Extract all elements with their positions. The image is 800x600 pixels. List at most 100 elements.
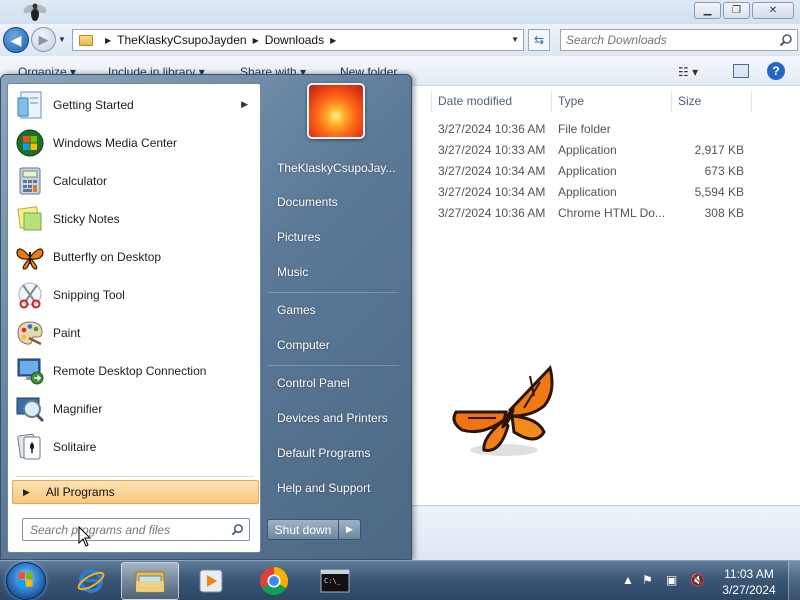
network-icon[interactable]: ▣ bbox=[666, 573, 677, 587]
folder-icon bbox=[79, 34, 93, 46]
solitaire-icon bbox=[17, 433, 41, 460]
search-input[interactable] bbox=[561, 30, 761, 50]
remote-desktop-icon bbox=[17, 358, 44, 385]
right-item-computer[interactable]: Computer bbox=[271, 330, 405, 360]
right-divider bbox=[267, 292, 399, 293]
desktop-butterfly[interactable] bbox=[448, 362, 558, 462]
volume-muted-icon[interactable]: 🔇 bbox=[690, 573, 705, 587]
preview-pane-button[interactable] bbox=[733, 64, 749, 78]
file-type: Application bbox=[558, 185, 617, 199]
address-dropdown[interactable]: ▼ bbox=[511, 35, 519, 44]
minimize-button[interactable]: ▁ bbox=[694, 2, 721, 19]
taskbar-internet-explorer[interactable] bbox=[62, 562, 120, 600]
file-type: Chrome HTML Do... bbox=[558, 206, 665, 220]
file-size: 5,594 KB bbox=[694, 185, 744, 199]
program-sticky-notes[interactable]: Sticky Notes bbox=[12, 201, 258, 237]
search-icon[interactable] bbox=[779, 33, 793, 47]
column-divider[interactable] bbox=[671, 90, 672, 112]
media-center-icon bbox=[16, 129, 44, 157]
start-search-box bbox=[22, 518, 250, 541]
right-item-user-folder[interactable]: TheKlaskyCsupoJay... bbox=[271, 153, 405, 183]
paint-icon bbox=[17, 321, 43, 346]
right-item-devices-printers[interactable]: Devices and Printers bbox=[271, 403, 405, 433]
action-center-flag-icon[interactable]: ⚑ bbox=[642, 573, 653, 587]
all-programs-label: All Programs bbox=[45, 485, 115, 499]
user-picture[interactable] bbox=[307, 83, 365, 139]
program-snipping-tool[interactable]: Snipping Tool bbox=[12, 277, 258, 313]
column-divider[interactable] bbox=[431, 90, 432, 112]
pane-divider bbox=[16, 476, 254, 477]
column-type[interactable]: Type bbox=[558, 94, 584, 108]
right-item-music[interactable]: Music bbox=[271, 257, 405, 287]
program-media-center[interactable]: Windows Media Center bbox=[12, 125, 258, 161]
program-paint[interactable]: Paint bbox=[12, 315, 258, 351]
shutdown-button[interactable]: Shut down bbox=[267, 519, 339, 540]
taskbar-windows-explorer[interactable] bbox=[121, 562, 179, 600]
show-hidden-icons-button[interactable]: ▲ bbox=[622, 573, 634, 587]
right-item-help-support[interactable]: Help and Support bbox=[271, 473, 405, 503]
program-getting-started[interactable]: Getting Started ▶ bbox=[12, 87, 258, 123]
sticky-notes-icon bbox=[17, 206, 42, 231]
all-programs-button[interactable]: ▶ All Programs bbox=[12, 480, 259, 504]
right-item-games[interactable]: Games bbox=[271, 295, 405, 325]
close-button[interactable]: ✕ bbox=[752, 2, 794, 19]
start-button[interactable] bbox=[6, 562, 46, 600]
fly-icon bbox=[23, 3, 47, 21]
view-options-button[interactable]: ☷ ▾ bbox=[678, 65, 698, 79]
recent-pages-dropdown[interactable]: ▼ bbox=[58, 35, 66, 44]
folder-icon bbox=[135, 571, 165, 593]
back-button[interactable]: ◀ bbox=[3, 27, 29, 53]
column-size[interactable]: Size bbox=[678, 94, 701, 108]
taskbar-media-player[interactable] bbox=[182, 562, 240, 600]
windows-logo-icon bbox=[18, 572, 33, 587]
column-divider[interactable] bbox=[551, 90, 552, 112]
getting-started-icon bbox=[17, 91, 42, 119]
program-remote-desktop[interactable]: Remote Desktop Connection bbox=[12, 353, 258, 389]
right-item-documents[interactable]: Documents bbox=[271, 187, 405, 217]
program-magnifier[interactable]: Magnifier bbox=[12, 391, 258, 427]
program-solitaire[interactable]: Solitaire bbox=[12, 429, 258, 465]
show-desktop-button[interactable] bbox=[788, 561, 800, 600]
help-icon[interactable]: ? bbox=[767, 62, 785, 80]
notification-area: ▲ ⚑ ▣ 🔇 bbox=[620, 561, 720, 600]
calculator-icon bbox=[19, 167, 41, 195]
refresh-button[interactable]: ⇆ bbox=[528, 29, 550, 51]
programs-pane: Getting Started ▶ Windows Media Center C… bbox=[7, 83, 261, 553]
right-item-pictures[interactable]: Pictures bbox=[271, 222, 405, 252]
program-label: Magnifier bbox=[53, 402, 103, 416]
chevron-right-icon[interactable]: ▶ bbox=[253, 36, 259, 45]
taskbar-command-prompt[interactable]: C:\_ bbox=[306, 562, 364, 600]
command-prompt-icon: C:\_ bbox=[320, 569, 350, 593]
breadcrumb-user[interactable]: TheKlaskyCsupoJayden bbox=[117, 33, 246, 47]
chevron-right-icon[interactable]: ▶ bbox=[105, 36, 111, 45]
right-item-control-panel[interactable]: Control Panel bbox=[271, 368, 405, 398]
program-label: Snipping Tool bbox=[53, 288, 125, 302]
start-search-input[interactable] bbox=[23, 519, 223, 540]
breadcrumb-downloads[interactable]: Downloads bbox=[265, 33, 324, 47]
column-divider[interactable] bbox=[751, 90, 752, 112]
file-date: 3/27/2024 10:34 AM bbox=[438, 185, 546, 199]
mouse-cursor-icon bbox=[78, 526, 92, 547]
arrow-left-icon: ◀ bbox=[10, 31, 22, 48]
file-size: 2,917 KB bbox=[694, 143, 744, 157]
title-bar[interactable]: ▁ ❐ ✕ bbox=[0, 0, 800, 24]
system-clock[interactable]: 11:03 AM 3/27/2024 bbox=[720, 566, 778, 598]
forward-button[interactable]: ▶ bbox=[31, 27, 56, 52]
chevron-right-icon[interactable]: ▶ bbox=[330, 36, 336, 45]
maximize-button[interactable]: ❐ bbox=[723, 2, 750, 19]
right-item-default-programs[interactable]: Default Programs bbox=[271, 438, 405, 468]
program-label: Getting Started bbox=[53, 98, 134, 112]
taskbar-chrome[interactable] bbox=[245, 562, 303, 600]
program-calculator[interactable]: Calculator bbox=[12, 163, 258, 199]
clock-date: 3/27/2024 bbox=[722, 583, 776, 597]
program-butterfly-on-desktop[interactable]: Butterfly on Desktop bbox=[12, 239, 258, 275]
file-date: 3/27/2024 10:33 AM bbox=[438, 143, 546, 157]
search-box bbox=[560, 29, 798, 51]
search-icon[interactable] bbox=[231, 523, 244, 536]
submenu-arrow-icon[interactable]: ▶ bbox=[241, 99, 248, 110]
address-bar[interactable]: ▶ TheKlaskyCsupoJayden ▶ Downloads ▶ ▼ bbox=[72, 29, 524, 51]
shutdown-options-button[interactable]: ▶ bbox=[339, 519, 361, 540]
magnifier-icon bbox=[16, 397, 45, 423]
file-size: 308 KB bbox=[704, 206, 744, 220]
column-date-modified[interactable]: Date modified bbox=[438, 94, 512, 108]
